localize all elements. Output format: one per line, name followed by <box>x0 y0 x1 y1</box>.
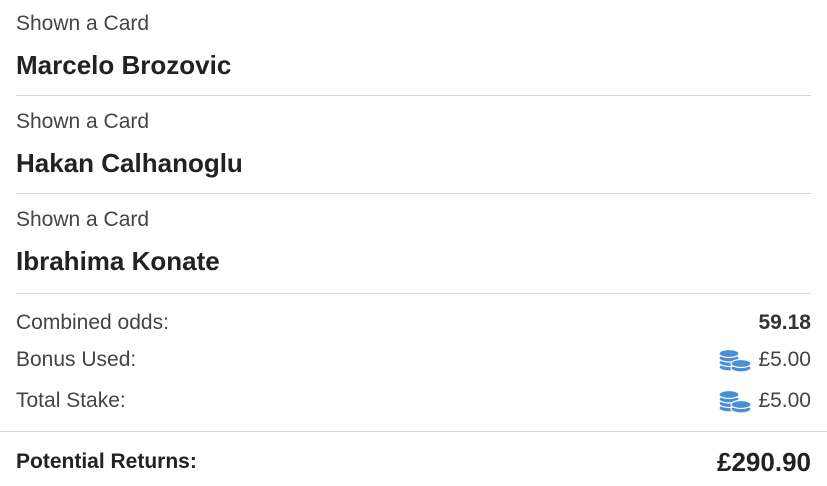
potential-returns-value: £290.90 <box>717 446 811 477</box>
selection-2: Shown a Card Hakan Calhanoglu <box>16 110 811 178</box>
selection-market: Shown a Card <box>16 208 150 231</box>
selection-market: Shown a Card <box>16 12 150 35</box>
selection-player: Marcelo Brozovic <box>16 50 232 80</box>
selection-player: Hakan Calhanoglu <box>16 148 243 178</box>
total-stake-value: £5.00 <box>758 389 811 412</box>
divider <box>16 95 811 96</box>
combined-odds-label: Combined odds: <box>16 311 169 334</box>
total-stake-row: Total Stake: £5.00 <box>16 387 811 415</box>
bet-slip-summary: Shown a Card Marcelo Brozovic Shown a Ca… <box>0 0 827 486</box>
bonus-used-row: Bonus Used: £5.00 <box>16 346 811 374</box>
bonus-used-amount: £5.00 <box>718 347 811 373</box>
divider <box>0 431 827 432</box>
total-stake-label: Total Stake: <box>16 389 126 412</box>
divider <box>16 193 811 194</box>
selection-player: Ibrahima Konate <box>16 246 220 276</box>
potential-returns-label: Potential Returns: <box>16 450 197 473</box>
selection-market: Shown a Card <box>16 110 150 133</box>
bonus-used-value: £5.00 <box>758 348 811 371</box>
coins-icon <box>718 348 753 373</box>
coins-icon <box>718 389 753 414</box>
selection-1: Shown a Card Marcelo Brozovic <box>16 12 811 80</box>
divider <box>16 293 811 294</box>
combined-odds-row: Combined odds: 59.18 <box>16 309 811 337</box>
potential-returns-row: Potential Returns: £290.90 <box>16 446 811 478</box>
bonus-used-label: Bonus Used: <box>16 348 137 371</box>
selection-3: Shown a Card Ibrahima Konate <box>16 208 811 276</box>
total-stake-amount: £5.00 <box>718 388 811 414</box>
combined-odds-value: 59.18 <box>758 311 811 334</box>
